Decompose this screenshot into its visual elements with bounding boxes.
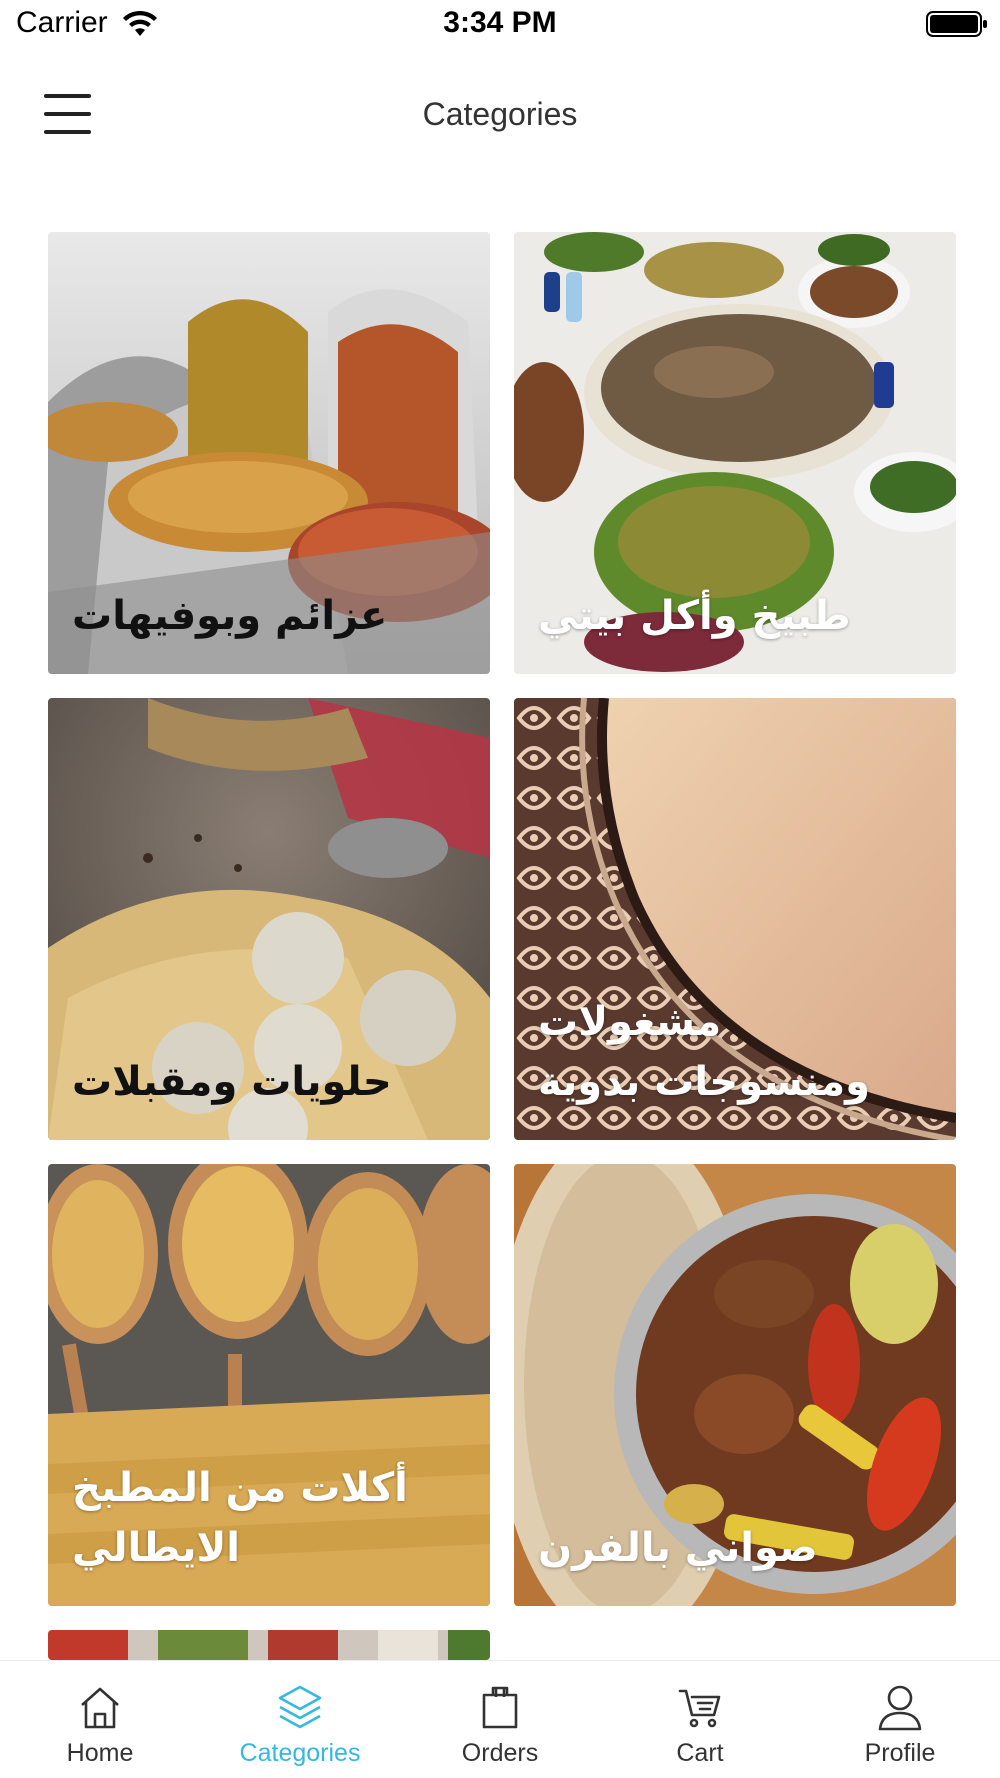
- tab-categories[interactable]: Categories: [200, 1661, 400, 1778]
- category-tile-buffets[interactable]: عزائم وبوفيهات: [48, 232, 490, 674]
- tab-profile[interactable]: Profile: [800, 1661, 1000, 1778]
- user-icon: [878, 1685, 922, 1731]
- tab-label: Cart: [676, 1739, 724, 1767]
- status-bar: Carrier 3:34 PM: [0, 0, 1000, 54]
- tab-orders[interactable]: Orders: [400, 1661, 600, 1778]
- layers-icon: [278, 1685, 322, 1729]
- category-tile-home-cooking[interactable]: طبيخ وأكل بيتي: [514, 232, 956, 674]
- category-label: حلويات ومقبلات: [72, 1059, 392, 1105]
- category-grid: عزائم وبوفيهات طبيخ وأكل بيتي حلويات ومق…: [0, 170, 1000, 1660]
- bottom-tab-bar: Home Categories Orders Cart Profile: [0, 1660, 1000, 1778]
- category-label: عزائم وبوفيهات: [72, 593, 388, 639]
- clock-time: 3:34 PM: [443, 6, 557, 39]
- page-title: Categories: [422, 96, 578, 132]
- category-label: صواني بالفرن: [538, 1525, 818, 1571]
- cart-icon: [678, 1689, 721, 1728]
- tab-cart[interactable]: Cart: [600, 1661, 800, 1778]
- shopping-bag-icon: [482, 1686, 518, 1729]
- category-label: مشغولات ومنسوجات بدوية: [538, 999, 870, 1105]
- category-label: طبيخ وأكل بيتي: [538, 593, 851, 639]
- category-tile-bedouin-crafts[interactable]: مشغولات ومنسوجات بدوية: [514, 698, 956, 1140]
- navigation-bar: Categories: [0, 60, 1000, 170]
- category-tile-italian[interactable]: أكلات من المطبخ الايطالي: [48, 1164, 490, 1606]
- tab-label: Profile: [864, 1739, 936, 1767]
- tab-label: Orders: [461, 1739, 539, 1767]
- category-tile-sweets[interactable]: حلويات ومقبلات: [48, 698, 490, 1140]
- category-tile-partial[interactable]: [48, 1630, 490, 1660]
- battery-icon: [926, 11, 987, 37]
- tab-home[interactable]: Home: [0, 1661, 200, 1778]
- partial-category-image: [48, 1630, 490, 1660]
- tab-label: Home: [66, 1739, 134, 1767]
- tab-label: Categories: [239, 1739, 361, 1767]
- category-tile-oven-trays[interactable]: صواني بالفرن: [514, 1164, 956, 1606]
- home-icon: [81, 1687, 119, 1729]
- category-label: أكلات من المطبخ الايطالي: [72, 1465, 408, 1571]
